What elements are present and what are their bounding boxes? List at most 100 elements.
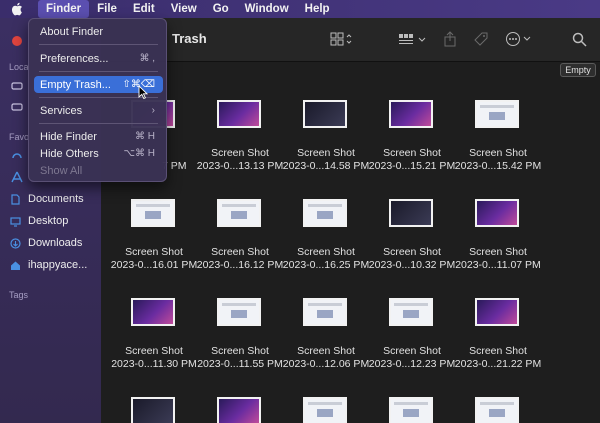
file-name-line2[interactable]: 2023-0...15.21 PM xyxy=(362,160,462,173)
file-name-line2[interactable]: 2023-0...12.23 PM xyxy=(362,358,462,371)
file-thumbnail[interactable] xyxy=(303,100,347,128)
menu-window[interactable]: Window xyxy=(237,0,297,18)
file-name-line2[interactable]: 2023-0...11.07 PM xyxy=(448,259,548,272)
tag-button[interactable] xyxy=(473,31,489,47)
finder-menu: About Finder Preferences... ⌘ , Empty Tr… xyxy=(28,18,167,182)
thumbnail-detail xyxy=(317,409,333,417)
menu-item-shortcut: ⌥⌘ H xyxy=(123,148,155,159)
disk-icon[interactable] xyxy=(11,80,23,92)
file-name-line2[interactable]: 2023-0...15.42 PM xyxy=(448,160,548,173)
sidebar-heading-favorites: Favo xyxy=(9,132,30,142)
group-button[interactable] xyxy=(398,31,428,47)
menu-item-shortcut: ⌘ , xyxy=(139,53,155,64)
file-name-line1[interactable]: Screen Shot xyxy=(104,246,204,259)
sidebar-item-label: Documents xyxy=(28,193,84,205)
file-name-line1[interactable]: Screen Shot xyxy=(276,246,376,259)
file-thumbnail[interactable] xyxy=(303,199,347,227)
file-thumbnail[interactable] xyxy=(475,298,519,326)
menu-item-hide-others[interactable]: Hide Others ⌥⌘ H xyxy=(34,145,163,162)
sidebar-item-desktop[interactable]: Desktop xyxy=(10,213,100,229)
file-name-line2[interactable]: 2023-0...13.13 PM xyxy=(190,160,290,173)
chevron-right-icon: › xyxy=(151,105,155,116)
applications-icon[interactable] xyxy=(11,171,23,183)
thumbnail-detail xyxy=(231,211,247,219)
menu-item-label: Empty Trash... xyxy=(40,78,111,91)
sidebar-item-home[interactable]: ihappyace... xyxy=(10,257,100,273)
file-name-line2[interactable]: 2023-0...14.58 PM xyxy=(276,160,376,173)
menu-item-hide-finder[interactable]: Hide Finder ⌘ H xyxy=(34,128,163,145)
menu-item-label: Preferences... xyxy=(40,52,109,65)
menu-bar: Finder File Edit View Go Window Help xyxy=(0,0,600,18)
group-icon xyxy=(399,34,426,44)
file-name-line1[interactable]: Screen Shot xyxy=(276,345,376,358)
file-name-line1[interactable]: Screen Shot xyxy=(362,147,462,160)
file-thumbnail[interactable] xyxy=(303,298,347,326)
file-thumbnail[interactable] xyxy=(389,199,433,227)
file-name-line1[interactable]: Screen Shot xyxy=(362,246,462,259)
sidebar-heading-locations: Loca xyxy=(9,62,29,72)
file-thumbnail[interactable] xyxy=(131,199,175,227)
close-window-button[interactable] xyxy=(12,36,22,46)
file-name-line1[interactable]: Screen Shot xyxy=(448,246,548,259)
file-thumbnail[interactable] xyxy=(389,298,433,326)
airdrop-icon[interactable] xyxy=(11,150,23,162)
menu-go[interactable]: Go xyxy=(205,0,237,18)
menu-file[interactable]: File xyxy=(89,0,125,18)
file-thumbnail[interactable] xyxy=(303,397,347,423)
file-thumbnail[interactable] xyxy=(475,199,519,227)
thumbnail-detail xyxy=(480,105,514,108)
file-thumbnail[interactable] xyxy=(217,397,261,423)
disk-icon[interactable] xyxy=(11,101,23,113)
empty-trash-button[interactable]: Empty xyxy=(560,63,596,77)
sidebar-item-downloads[interactable]: Downloads xyxy=(10,235,100,251)
file-name-line1[interactable]: Screen Shot xyxy=(448,147,548,160)
file-name-line2[interactable]: 2023-0...21.22 PM xyxy=(448,358,548,371)
apple-logo-icon[interactable] xyxy=(9,2,25,16)
file-thumbnail[interactable] xyxy=(475,100,519,128)
file-name-line1[interactable]: Screen Shot xyxy=(276,147,376,160)
file-name-line2[interactable]: 2023-0...11.55 PM xyxy=(190,358,290,371)
sidebar-item-documents[interactable]: Documents xyxy=(10,191,100,207)
file-thumbnail[interactable] xyxy=(217,298,261,326)
file-thumbnail[interactable] xyxy=(131,298,175,326)
menu-item-label: Hide Others xyxy=(40,147,99,160)
file-name-line1[interactable]: Screen Shot xyxy=(190,147,290,160)
sidebar-heading-tags: Tags xyxy=(9,290,29,300)
file-name-line1[interactable]: Screen Shot xyxy=(448,345,548,358)
file-name-line1[interactable]: Screen Shot xyxy=(190,345,290,358)
menu-item-about-finder[interactable]: About Finder xyxy=(34,23,163,40)
search-button[interactable] xyxy=(572,31,587,47)
menu-item-services[interactable]: Services › xyxy=(34,102,163,119)
file-name-line2[interactable]: 2023-0...11.30 PM xyxy=(104,358,204,371)
file-name-line2[interactable]: 2023-0...16.25 PM xyxy=(276,259,376,272)
file-name-line1[interactable]: Screen Shot xyxy=(104,345,204,358)
sidebar-item-label: ihappyace... xyxy=(28,259,88,271)
menu-view[interactable]: View xyxy=(163,0,205,18)
menu-help[interactable]: Help xyxy=(297,0,338,18)
file-thumbnail[interactable] xyxy=(217,199,261,227)
more-icon xyxy=(506,32,531,46)
file-thumbnail[interactable] xyxy=(475,397,519,423)
menu-finder[interactable]: Finder xyxy=(38,0,90,18)
file-thumbnail[interactable] xyxy=(389,100,433,128)
file-name-line2[interactable]: 2023-0...16.12 PM xyxy=(190,259,290,272)
file-name-line1[interactable]: Screen Shot xyxy=(362,345,462,358)
file-thumbnail[interactable] xyxy=(389,397,433,423)
file-name-line2[interactable]: 2023-0...10.32 PM xyxy=(362,259,462,272)
thumbnail-detail xyxy=(222,204,256,207)
menu-item-shortcut: ⌘ H xyxy=(135,131,155,142)
thumbnail-detail xyxy=(394,303,428,306)
menu-item-preferences[interactable]: Preferences... ⌘ , xyxy=(34,50,163,67)
menu-item-show-all: Show All xyxy=(34,162,163,179)
thumbnail-detail xyxy=(403,310,419,318)
file-thumbnail[interactable] xyxy=(131,397,175,423)
menu-edit[interactable]: Edit xyxy=(125,0,163,18)
view-grid-button[interactable] xyxy=(330,31,352,47)
file-thumbnail[interactable] xyxy=(217,100,261,128)
share-button[interactable] xyxy=(443,31,457,47)
file-name-line2[interactable]: 2023-0...12.06 PM xyxy=(276,358,376,371)
file-name-line1[interactable]: Screen Shot xyxy=(190,246,290,259)
file-name-line2[interactable]: 2023-0...16.01 PM xyxy=(104,259,204,272)
more-button[interactable] xyxy=(505,31,533,47)
thumbnail-detail xyxy=(231,310,247,318)
